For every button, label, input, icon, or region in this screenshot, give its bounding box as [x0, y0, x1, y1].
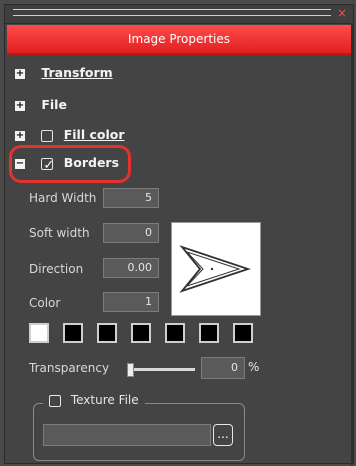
expand-icon[interactable]: +	[15, 100, 25, 111]
border-preview	[171, 222, 261, 316]
transparency-slider-thumb[interactable]	[127, 363, 134, 377]
panel-right-edge	[351, 23, 353, 465]
hard-width-field[interactable]: 5	[103, 188, 159, 208]
palette-swatch[interactable]	[97, 323, 117, 343]
panel-top-bar: ×	[5, 5, 353, 24]
section-transform-label: Transform	[41, 65, 113, 80]
direction-label: Direction	[29, 262, 84, 276]
transparency-label: Transparency	[29, 361, 110, 375]
browse-button[interactable]: ...	[213, 424, 233, 446]
expand-icon[interactable]: +	[15, 68, 25, 79]
collapse-icon[interactable]: −	[15, 158, 25, 169]
color-label: Color	[29, 296, 61, 310]
expand-icon[interactable]: +	[15, 130, 25, 141]
texture-legend[interactable]: Texture File	[43, 393, 145, 407]
section-file-label: File	[41, 97, 67, 112]
section-fill-color[interactable]: + Fill color	[15, 125, 125, 145]
check-icon: ✓	[43, 157, 55, 173]
soft-width-field[interactable]: 0	[103, 223, 159, 243]
soft-width-label: Soft width	[29, 226, 90, 240]
palette-swatch[interactable]	[63, 323, 83, 343]
color-field[interactable]: 1	[103, 292, 159, 312]
palette-swatch[interactable]	[233, 323, 253, 343]
palette-swatch[interactable]	[199, 323, 219, 343]
direction-field[interactable]: 0.00	[103, 258, 159, 278]
properties-panel: × Image Properties + Transform + File + …	[4, 4, 354, 465]
borders-checkbox[interactable]: ✓	[41, 157, 54, 173]
transparency-field[interactable]: 0	[201, 357, 245, 379]
hard-width-label: Hard Width	[29, 191, 97, 205]
section-file[interactable]: + File	[15, 95, 67, 115]
drag-grip[interactable]	[13, 9, 331, 16]
palette-swatch[interactable]	[29, 323, 49, 343]
close-icon[interactable]: ×	[337, 6, 347, 20]
fill-color-checkbox[interactable]	[41, 129, 54, 142]
section-borders-label: Borders	[63, 155, 120, 170]
arrow-preview-icon	[179, 245, 251, 293]
palette-swatch[interactable]	[131, 323, 151, 343]
palette-swatch[interactable]	[165, 323, 185, 343]
transparency-slider[interactable]	[129, 368, 195, 371]
panel-title: Image Properties	[7, 25, 351, 55]
texture-path-field[interactable]	[43, 424, 211, 446]
section-transform[interactable]: + Transform	[15, 63, 113, 83]
texture-label: Texture File	[70, 393, 139, 407]
section-fill-color-label: Fill color	[63, 127, 125, 142]
texture-checkbox[interactable]	[49, 394, 61, 407]
section-borders[interactable]: − ✓ Borders	[15, 153, 119, 173]
percent-unit: %	[248, 360, 260, 374]
